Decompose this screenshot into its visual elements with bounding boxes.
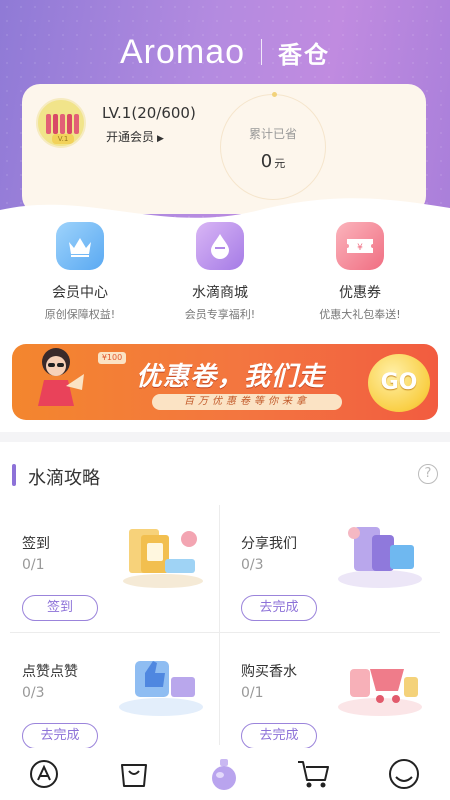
share-illustration xyxy=(338,527,422,588)
coupon-badge: ¥100 xyxy=(98,352,126,364)
tab-bag[interactable] xyxy=(114,754,154,794)
avatar-level-tag: V.1 xyxy=(52,134,74,144)
brand-name-cn: 香仓 xyxy=(278,40,331,69)
rocket-girl-illustration xyxy=(38,348,84,406)
quick-links: 会员中心 原创保障权益! 水滴商城 会员专享福利! ¥ 优惠券 优惠大礼包奉送! xyxy=(0,222,450,322)
bag-icon xyxy=(121,764,147,787)
open-vip-link[interactable]: 开通会员 ▶ xyxy=(106,128,164,145)
like-complete-button[interactable]: 去完成 xyxy=(22,723,98,749)
share-complete-button[interactable]: 去完成 xyxy=(241,595,317,621)
perfume-icon xyxy=(212,759,236,790)
quick-link-subtitle: 会员专享福利! xyxy=(184,308,256,321)
water-drop-icon xyxy=(196,222,244,270)
help-icon[interactable]: ? xyxy=(418,464,438,484)
brand-name: Aromao xyxy=(119,32,246,71)
shopping-cart-illustration xyxy=(338,669,422,716)
quick-link-subtitle: 优惠大礼包奉送! xyxy=(319,308,401,321)
banner-subtitle: 百万优惠卷等你来拿 xyxy=(152,394,342,410)
checkin-button[interactable]: 签到 xyxy=(22,595,98,621)
tab-home[interactable] xyxy=(24,754,64,794)
task-card-share: 分享我们 0/3 去完成 xyxy=(229,505,438,629)
grid-divider-horizontal xyxy=(10,632,440,633)
grid-divider-vertical xyxy=(219,505,220,745)
quick-link-subtitle: 原创保障权益! xyxy=(44,308,116,321)
task-progress: 0/1 xyxy=(241,685,264,701)
section-header: 水滴攻略 ? xyxy=(12,462,438,490)
tab-cart[interactable] xyxy=(294,754,334,794)
app-logo: Aromao 香仓 xyxy=(0,30,450,74)
coupon-banner[interactable]: ¥100 优惠卷，我们走 百万优惠卷等你来拿 GO xyxy=(12,344,438,420)
tab-profile[interactable] xyxy=(384,754,424,794)
quick-link-drop-mall[interactable]: 水滴商城 会员专享福利! xyxy=(165,222,275,322)
task-name: 点赞点赞 xyxy=(22,664,78,680)
savings-value: 0元 xyxy=(221,151,325,172)
avatar-figure xyxy=(60,114,65,134)
task-name: 签到 xyxy=(22,536,50,552)
task-progress: 0/3 xyxy=(241,557,264,573)
banner-title: 优惠卷，我们走 xyxy=(136,362,326,392)
task-name: 购买香水 xyxy=(241,664,297,680)
avatar-figure xyxy=(53,114,58,134)
quick-link-title: 会员中心 xyxy=(52,285,108,301)
savings-unit: 元 xyxy=(274,157,286,170)
member-level: LV.1(20/600) xyxy=(102,104,196,122)
play-arrow-icon: ▶ xyxy=(157,134,164,144)
task-card-checkin: 签到 0/1 签到 xyxy=(10,505,219,629)
crown-icon xyxy=(56,222,104,270)
avatar[interactable]: V.1 xyxy=(36,98,86,148)
tab-perfume[interactable] xyxy=(204,754,244,794)
savings-label: 累计已省 xyxy=(248,127,297,141)
quick-link-coupons[interactable]: ¥ 优惠券 优惠大礼包奉送! xyxy=(305,222,415,322)
open-vip-label: 开通会员 xyxy=(106,130,155,144)
quick-link-title: 优惠券 xyxy=(339,285,381,301)
go-button[interactable]: GO xyxy=(368,354,430,412)
task-name: 分享我们 xyxy=(241,536,297,552)
section-title: 水滴攻略 xyxy=(28,468,100,489)
avatar-figure xyxy=(46,114,51,134)
task-progress: 0/1 xyxy=(22,557,45,573)
quick-link-member-center[interactable]: 会员中心 原创保障权益! xyxy=(25,222,135,322)
thumbs-up-illustration xyxy=(119,661,203,716)
bottom-tab-bar xyxy=(0,748,450,800)
ticket-icon: ¥ xyxy=(336,222,384,270)
task-card-like: 点赞点赞 0/3 去完成 xyxy=(10,633,219,757)
profile-icon xyxy=(389,759,419,789)
task-card-buy-perfume: 购买香水 0/1 去完成 xyxy=(229,633,438,757)
logo-divider xyxy=(261,39,263,65)
svg-text:¥: ¥ xyxy=(357,243,363,253)
quick-link-title: 水滴商城 xyxy=(192,285,248,301)
buy-complete-button[interactable]: 去完成 xyxy=(241,723,317,749)
calendar-illustration xyxy=(123,529,203,588)
avatar-figure xyxy=(67,114,72,134)
savings-amount: 0 xyxy=(260,151,273,172)
section-divider xyxy=(0,432,450,442)
task-progress: 0/3 xyxy=(22,685,45,701)
cart-icon xyxy=(298,761,329,788)
avatar-figure xyxy=(74,114,79,134)
section-accent-bar xyxy=(12,464,16,486)
progress-dot xyxy=(272,92,277,97)
task-grid: 签到 0/1 签到 分享我们 0/3 去完成 点赞点赞 0/3 去完成 购买香水… xyxy=(10,505,440,749)
home-icon xyxy=(30,760,58,788)
